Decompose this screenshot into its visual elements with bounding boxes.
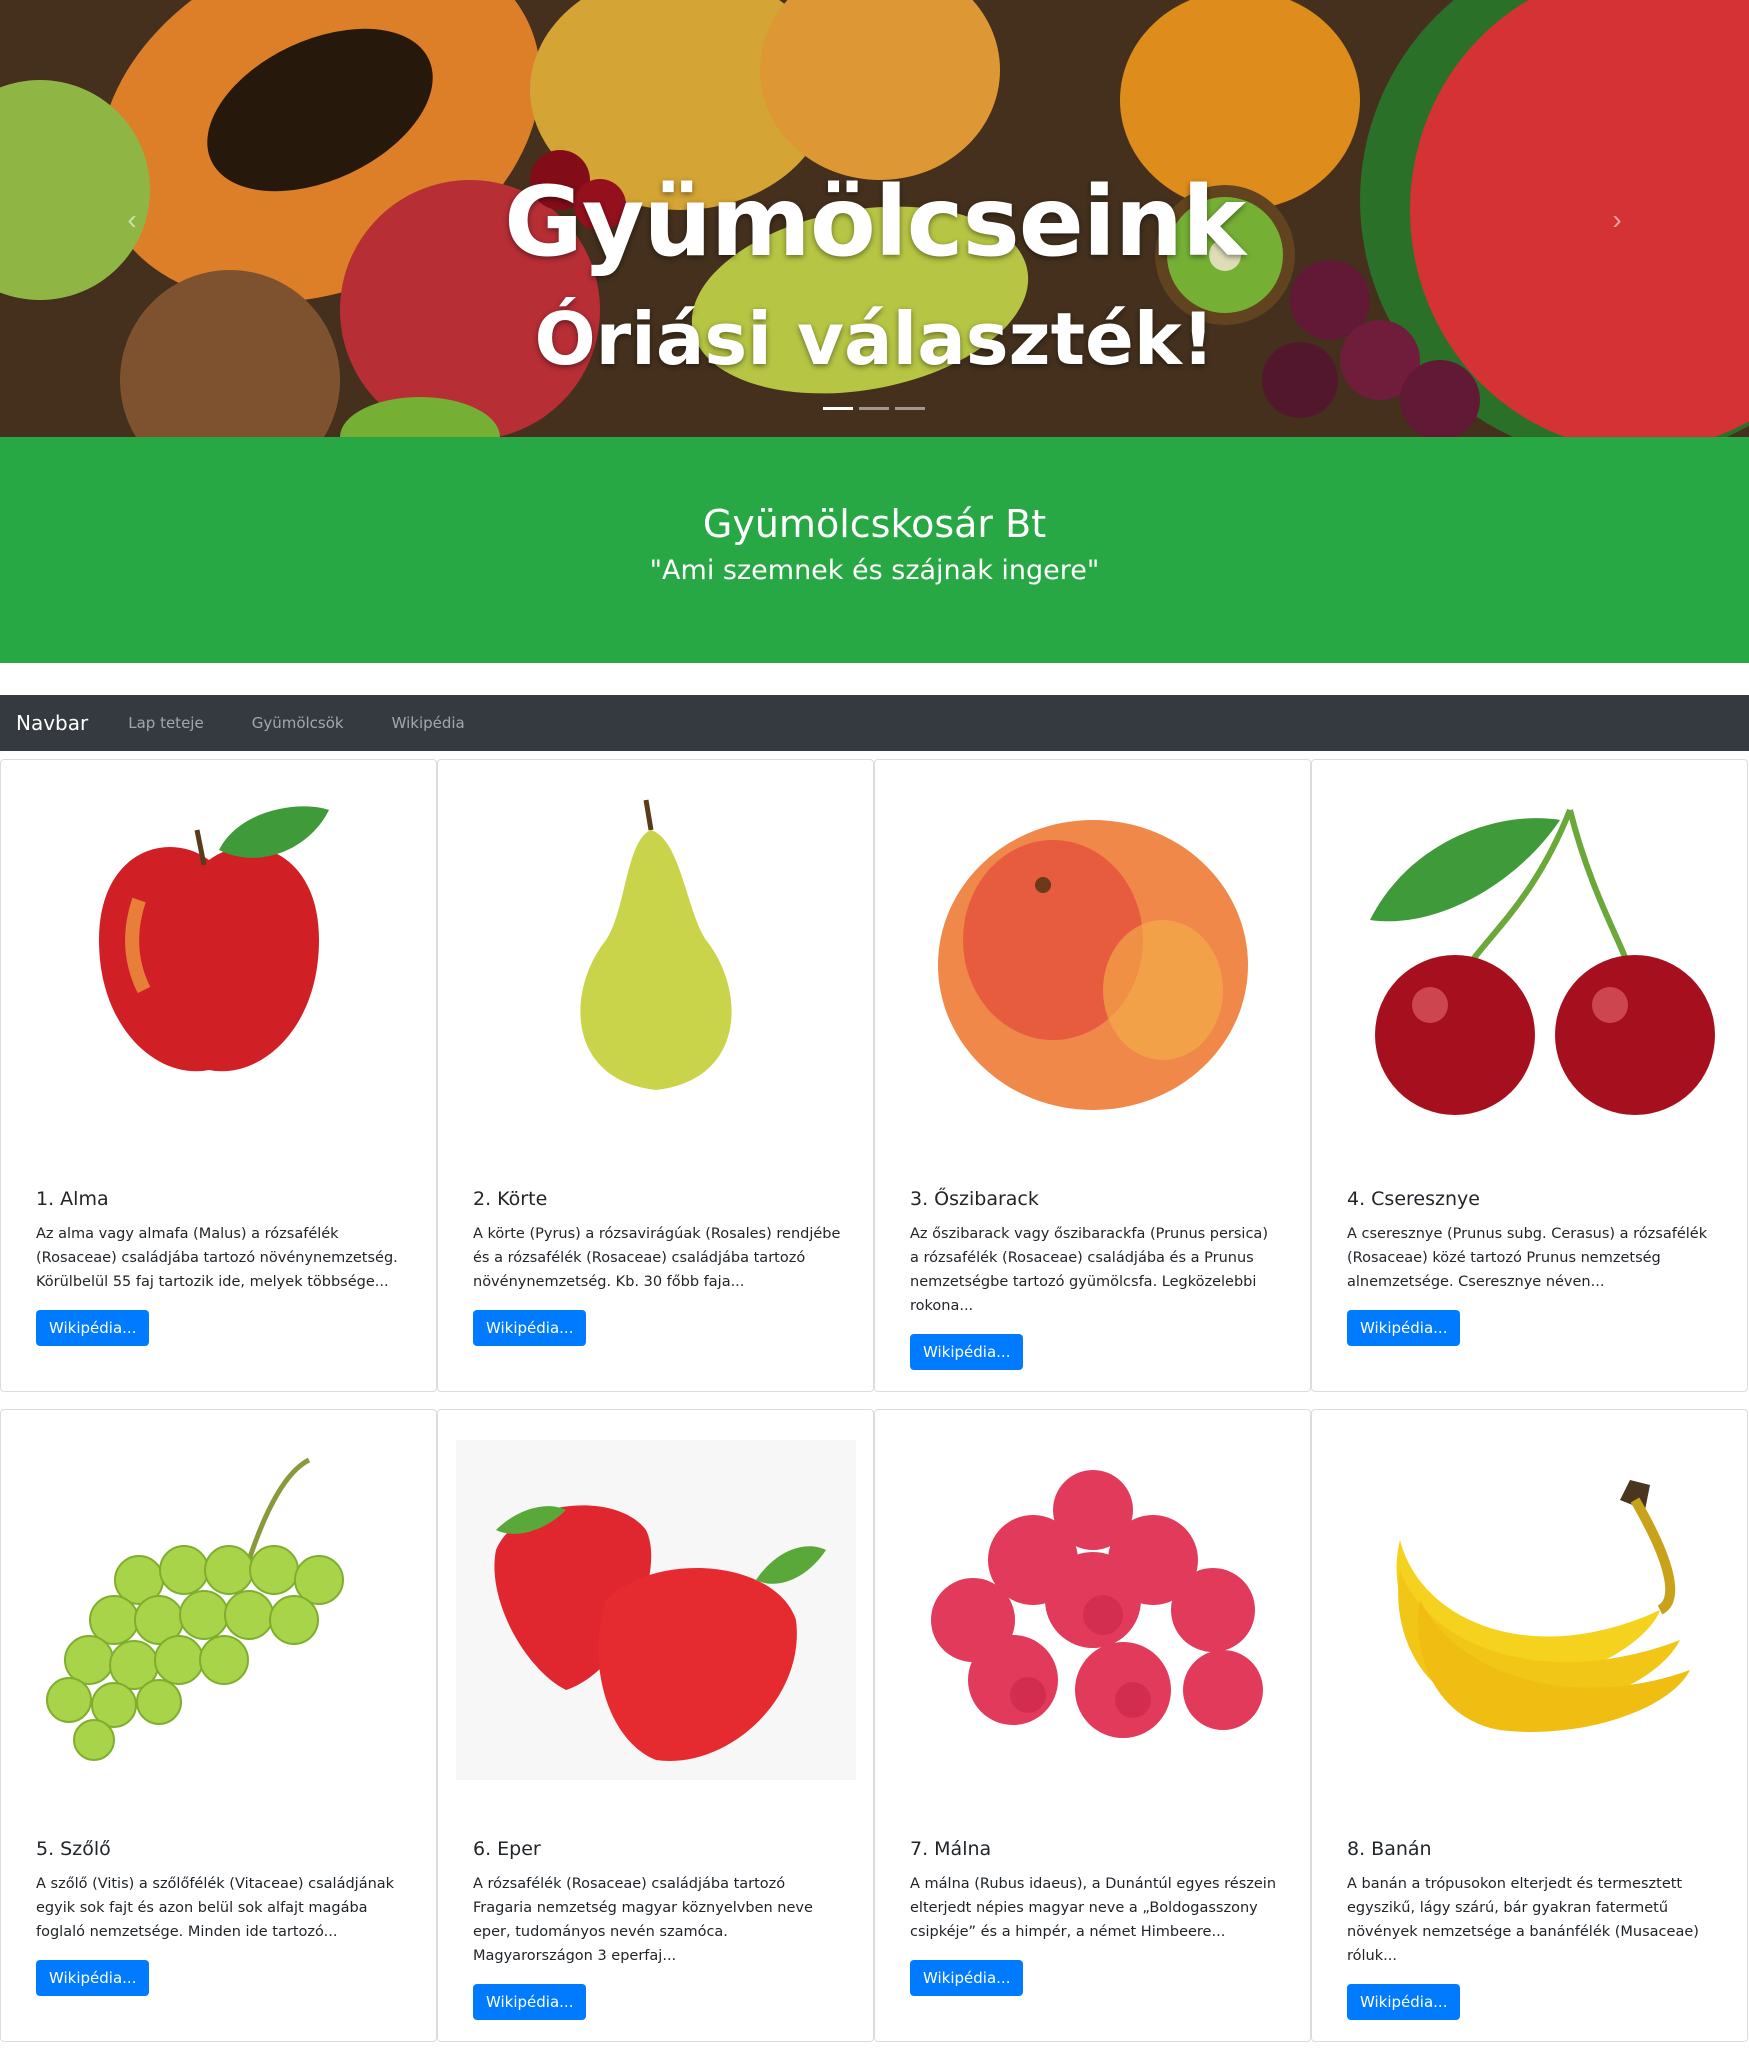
hero-subtitle: Óriási választék!: [534, 297, 1215, 381]
card-title: 3. Őszibarack: [910, 1188, 1039, 1210]
card-text: A málna (Rubus idaeus), a Dunántúl egyes…: [910, 1876, 1277, 1940]
jumbotron: Gyümölcskosár Bt "Ami szemnek és szájnak…: [0, 437, 1749, 663]
wikipedia-button[interactable]: Wikipédia...: [473, 1984, 587, 2020]
navbar: Navbar Lap teteje Gyümölcsök Wikipédia: [0, 695, 1749, 751]
raspberry-image: [893, 1440, 1293, 1780]
card-text: A banán a trópusokon elterjedt és termes…: [1347, 1876, 1699, 1964]
nav-link-gyumolcsok[interactable]: Gyümölcsök: [252, 714, 344, 732]
card-eper: 6. Eper A rózsafélék (Rosaceae) családjá…: [437, 1409, 874, 2042]
wikipedia-button[interactable]: Wikipédia...: [1347, 1984, 1461, 2020]
peach-image: [893, 790, 1293, 1130]
wikipedia-button[interactable]: Wikipédia...: [1347, 1310, 1461, 1346]
wikipedia-button[interactable]: Wikipédia...: [910, 1960, 1024, 1996]
nav-link-lap-teteje[interactable]: Lap teteje: [128, 714, 203, 732]
card-oszibarack: 3. Őszibarack Az őszibarack vagy őszibar…: [874, 759, 1311, 1392]
pear-image: [456, 790, 856, 1130]
card-text: A cseresznye (Prunus subg. Cerasus) a ró…: [1347, 1226, 1708, 1290]
card-korte: 2. Körte A körte (Pyrus) a rózsavirágúak…: [437, 759, 874, 1392]
hero-carousel: ‹ › Gyümölcseink Óriási választék!: [0, 0, 1749, 437]
card-cseresznye: 4. Cseresznye A cseresznye (Prunus subg.…: [1311, 759, 1748, 1392]
wikipedia-button[interactable]: Wikipédia...: [473, 1310, 587, 1346]
card-text: A rózsafélék (Rosaceae) családjába tarto…: [473, 1876, 813, 1964]
wikipedia-button[interactable]: Wikipédia...: [36, 1960, 150, 1996]
navbar-brand[interactable]: Navbar: [16, 711, 88, 735]
nav-link-wikipedia[interactable]: Wikipédia: [392, 714, 465, 732]
card-malna: 7. Málna A málna (Rubus idaeus), a Dunán…: [874, 1409, 1311, 2042]
card-title: 5. Szőlő: [36, 1838, 111, 1860]
strawberry-image: [456, 1440, 856, 1780]
hero-title: Gyümölcseink: [504, 166, 1246, 278]
wikipedia-button[interactable]: Wikipédia...: [910, 1334, 1024, 1370]
card-title: 4. Cseresznye: [1347, 1188, 1480, 1210]
card-title: 6. Eper: [473, 1838, 541, 1860]
card-text: Az őszibarack vagy őszibarackfa (Prunus …: [910, 1226, 1268, 1314]
carousel-indicators: [823, 407, 925, 410]
carousel-indicator-3[interactable]: [895, 407, 925, 410]
card-alma: 1. Alma Az alma vagy almafa (Malus) a ró…: [0, 759, 437, 1392]
cherry-image: [1330, 790, 1730, 1130]
apple-image: [19, 790, 419, 1130]
card-banan: 8. Banán A banán a trópusokon elterjedt …: [1311, 1409, 1748, 2042]
company-tagline: "Ami szemnek és szájnak ingere": [649, 555, 1100, 586]
grape-image: [19, 1440, 419, 1780]
card-title: 2. Körte: [473, 1188, 548, 1210]
company-title: Gyümölcskosár Bt: [702, 502, 1047, 546]
carousel-indicator-1[interactable]: [823, 407, 853, 410]
wikipedia-button[interactable]: Wikipédia...: [36, 1310, 150, 1346]
banana-image: [1330, 1440, 1730, 1780]
carousel-indicator-2[interactable]: [859, 407, 889, 410]
card-title: 8. Banán: [1347, 1838, 1432, 1860]
card-title: 7. Málna: [910, 1838, 992, 1860]
card-title: 1. Alma: [36, 1188, 109, 1210]
card-szolo: 5. Szőlő A szőlő (Vitis) a szőlőfélék (V…: [0, 1409, 437, 2042]
card-text: Az alma vagy almafa (Malus) a rózsafélék…: [36, 1226, 398, 1290]
card-text: A szőlő (Vitis) a szőlőfélék (Vitaceae) …: [36, 1876, 395, 1940]
card-text: A körte (Pyrus) a rózsavirágúak (Rosales…: [473, 1226, 841, 1290]
